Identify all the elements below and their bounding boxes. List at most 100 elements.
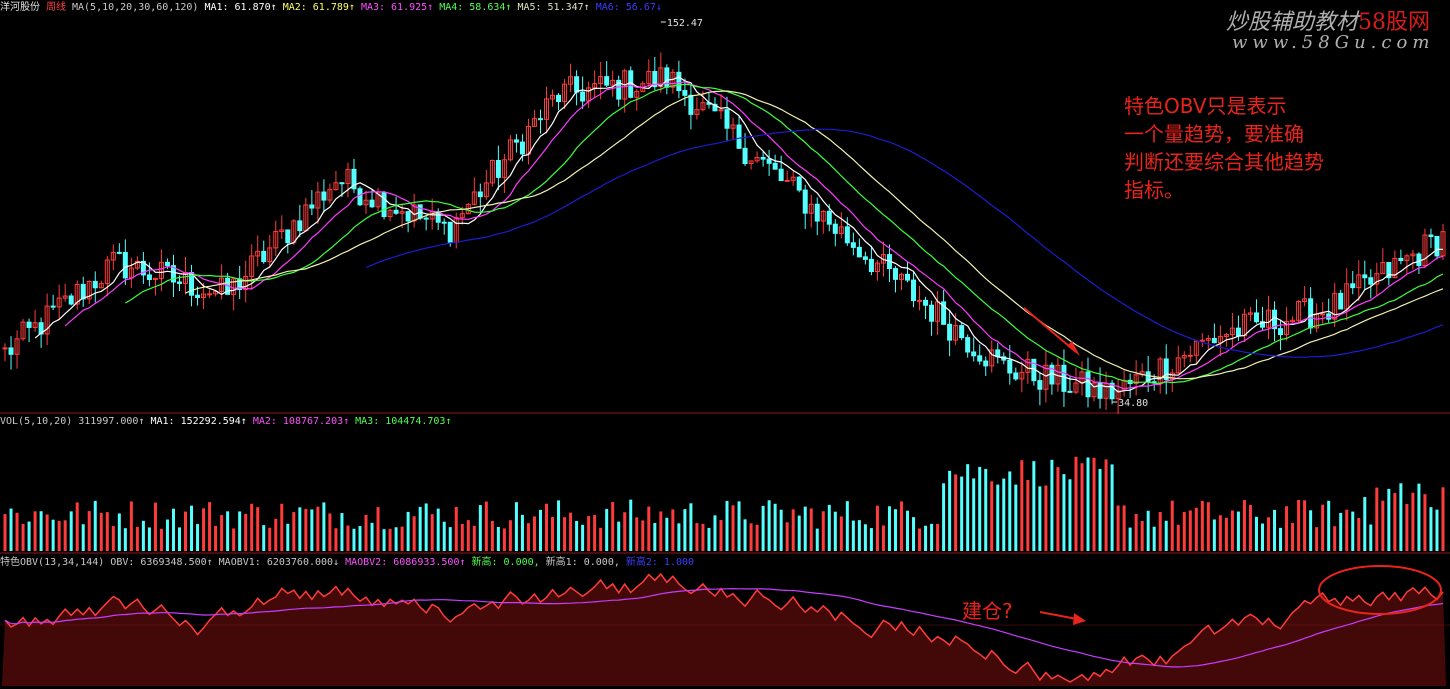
volume-bar bbox=[972, 478, 976, 551]
volume-bar bbox=[906, 510, 910, 551]
volume-bar bbox=[1128, 527, 1132, 551]
volume-bar bbox=[412, 516, 416, 551]
volume-bar bbox=[599, 527, 603, 551]
volume-bar bbox=[755, 524, 759, 551]
volume-bar bbox=[1188, 510, 1192, 551]
candle-body bbox=[321, 191, 327, 201]
price-header: 洋河股份 周线 MA(5,10,20,30,60,120) MA1: 61.870↑ M… bbox=[0, 1, 668, 15]
volume-bar bbox=[147, 527, 151, 551]
volume-bar bbox=[1273, 509, 1277, 551]
stock-name[interactable]: 洋河股份 bbox=[0, 2, 40, 13]
volume-bar bbox=[1333, 526, 1337, 551]
candle-body bbox=[1362, 274, 1368, 279]
volume-bar bbox=[1098, 469, 1102, 551]
volume-bar bbox=[887, 506, 891, 551]
volume-bar bbox=[1164, 520, 1168, 551]
candle-body bbox=[80, 283, 86, 300]
volume-bar bbox=[1291, 522, 1295, 551]
volume-bar bbox=[388, 528, 392, 551]
volume-bar bbox=[1224, 517, 1228, 551]
candle-body bbox=[826, 210, 832, 225]
volume-bar bbox=[893, 509, 897, 551]
candle-body bbox=[664, 67, 670, 88]
candle-body bbox=[2, 347, 8, 350]
candle-body bbox=[393, 209, 399, 214]
volume-bar bbox=[912, 517, 916, 551]
candle-body bbox=[1163, 358, 1169, 381]
candle-body bbox=[8, 347, 14, 355]
volume-bar bbox=[1086, 457, 1090, 551]
volume-bar bbox=[406, 511, 410, 551]
candle-body bbox=[513, 139, 519, 143]
volume-bar bbox=[424, 503, 428, 551]
volume-bar bbox=[1134, 513, 1138, 551]
volume-bar bbox=[1080, 463, 1084, 551]
volume-bar bbox=[39, 511, 43, 551]
volume-bar bbox=[665, 517, 669, 551]
volume-bar bbox=[978, 466, 982, 551]
volume-bar bbox=[262, 525, 266, 551]
candle-body bbox=[983, 360, 989, 367]
volume-bar bbox=[45, 514, 49, 551]
volume-bar bbox=[400, 526, 404, 551]
volume-bar bbox=[984, 468, 988, 551]
volume-bar bbox=[454, 506, 458, 551]
volume-bar bbox=[1363, 497, 1367, 551]
volume-bar bbox=[448, 527, 452, 551]
candle-body bbox=[760, 157, 766, 160]
volume-bar bbox=[472, 525, 476, 551]
volume-bar bbox=[815, 528, 819, 551]
volume-bar bbox=[671, 509, 675, 551]
volume-bar bbox=[310, 509, 314, 551]
volume-bar bbox=[1050, 459, 1054, 551]
volume-bar bbox=[418, 506, 422, 551]
candle-body bbox=[146, 274, 152, 280]
period-label[interactable]: 周线 bbox=[46, 2, 66, 13]
volume-bar bbox=[1297, 499, 1301, 551]
candle-body bbox=[1350, 283, 1356, 289]
volume-bar bbox=[629, 499, 633, 551]
volume-bar bbox=[460, 524, 464, 551]
volume-bar bbox=[123, 528, 127, 551]
candle-body bbox=[862, 256, 868, 260]
volume-bar bbox=[220, 515, 224, 551]
volume-bar bbox=[701, 523, 705, 551]
candle-body bbox=[778, 168, 784, 182]
volume-bar bbox=[268, 527, 272, 551]
volume-bar bbox=[635, 517, 639, 551]
candle-body bbox=[784, 179, 790, 182]
candle-body bbox=[676, 71, 682, 92]
volume-bar bbox=[177, 527, 181, 551]
volume-bar bbox=[1357, 517, 1361, 551]
volume-bar bbox=[1056, 467, 1060, 551]
volume-bar bbox=[593, 515, 597, 551]
volume-bar bbox=[743, 519, 747, 551]
obv-note-line: 指标。 bbox=[1124, 178, 1184, 202]
volume-bar bbox=[809, 508, 813, 551]
candle-body bbox=[1187, 354, 1193, 357]
volume-bar bbox=[1321, 504, 1325, 551]
candle-body bbox=[381, 191, 387, 218]
ma4-value: MA4: 58.634↑ bbox=[439, 2, 512, 13]
volume-bar bbox=[514, 502, 518, 551]
volume-bar bbox=[803, 506, 807, 551]
candle-body bbox=[1398, 257, 1404, 262]
candle-body bbox=[772, 162, 778, 170]
volume-bar bbox=[647, 506, 651, 551]
volume-bar bbox=[731, 505, 735, 551]
obv-header: 特色OBV(13,34,144) OBV: 6369348.500↑ MAOBV1:… bbox=[0, 556, 700, 570]
volume-bar bbox=[1393, 493, 1397, 551]
volume-bar bbox=[1194, 507, 1198, 551]
volume-bar bbox=[280, 503, 284, 551]
volume-bar bbox=[190, 505, 194, 551]
volume-bar bbox=[370, 522, 374, 551]
volume-bar bbox=[226, 511, 230, 551]
volume-bar bbox=[165, 519, 169, 551]
obv-value: OBV: 6369348.500↑ bbox=[110, 557, 213, 568]
volume-bar bbox=[581, 524, 585, 551]
candle-body bbox=[911, 279, 917, 302]
volume-bar bbox=[117, 513, 121, 551]
volume-bar bbox=[286, 523, 290, 551]
volume-bar bbox=[689, 503, 693, 551]
volume-bar bbox=[1152, 526, 1156, 551]
